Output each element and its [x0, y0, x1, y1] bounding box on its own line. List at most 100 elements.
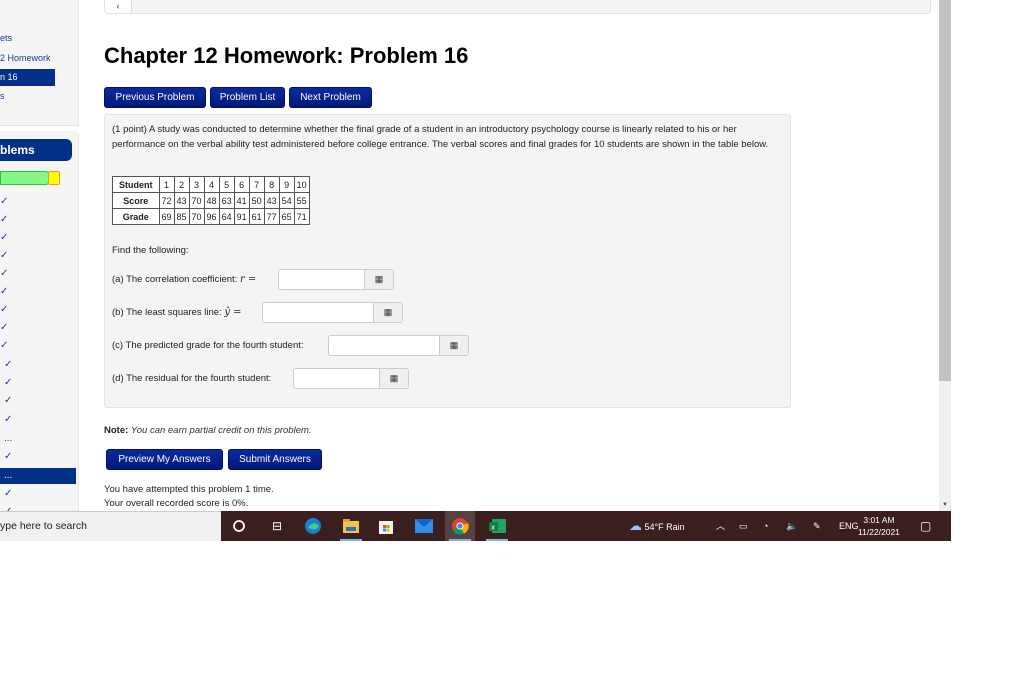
sidebar-problem-item[interactable]: ... [0, 468, 76, 484]
next-problem-button[interactable]: Next Problem [289, 87, 372, 108]
task-view-icon[interactable]: ⊟ [262, 511, 292, 541]
table-cell: 43 [263, 192, 280, 209]
question-d-label: (d) The residual for the fourth student: [112, 373, 271, 384]
sidebar-problem-item[interactable]: ✓ [0, 449, 76, 465]
row-header: Score [112, 192, 160, 209]
vertical-scrollbar[interactable]: ▼ [939, 0, 951, 511]
keyboard-icon[interactable]: ▦ [379, 369, 408, 388]
table-cell: 54 [278, 192, 295, 209]
sidebar-problem-item[interactable]: ✓ [0, 194, 72, 210]
submit-answers-button[interactable]: Submit Answers [228, 449, 322, 470]
sidebar-problem-item[interactable]: ✓ [0, 393, 76, 409]
running-indicator [449, 539, 471, 541]
row-header: Grade [112, 208, 160, 225]
answer-d-field[interactable]: ▦ [293, 368, 409, 389]
question-text: (d) The residual for the fourth student: [112, 373, 272, 384]
problem-box: (1 point) A study was conducted to deter… [104, 114, 791, 408]
question-text: (c) The predicted grade for the fourth s… [112, 340, 304, 351]
search-placeholder: ype here to search [0, 520, 87, 532]
language-indicator[interactable]: ENG [839, 511, 859, 541]
math-yhat: ŷ = [224, 307, 242, 318]
sidebar-problem-item[interactable]: ✓ [0, 375, 76, 391]
taskbar: ype here to search ⊟ x ☁ 54°F Rain ︿ ▭ ◔… [0, 511, 951, 541]
keyboard-icon[interactable]: ▦ [364, 270, 393, 289]
clock-time: 3:01 AM [863, 515, 895, 525]
sidebar-problem-item[interactable]: ✓ [0, 212, 72, 228]
keyboard-icon[interactable]: ▦ [373, 303, 402, 322]
microsoft-store-icon[interactable] [371, 511, 401, 541]
table-row-student: Student 1 2 3 4 5 6 7 8 9 10 [112, 176, 310, 193]
sidebar-link-homework[interactable]: 2 Homework [0, 53, 51, 63]
partial-credit-note: Note: You can earn partial credit on thi… [104, 425, 312, 436]
question-a-label: (a) The correlation coefficient: r = [112, 274, 256, 285]
sidebar-link-other[interactable]: s [0, 91, 5, 101]
battery-icon[interactable]: ▭ [739, 511, 748, 541]
problem-text: (1 point) A study was conducted to deter… [112, 124, 769, 150]
pen-workspace-icon[interactable]: ✎ [813, 511, 821, 541]
problems-panel: blems ✓✓✓✓✓✓✓✓✓✓✓✓✓...✓...✓✓ [0, 131, 79, 521]
show-hidden-icons-chevron-icon[interactable]: ︿ [716, 511, 725, 541]
sidebar-problem-item[interactable]: ✓ [0, 302, 72, 318]
note-text: You can earn partial credit on this prob… [130, 425, 312, 436]
excel-icon[interactable]: x [482, 511, 512, 541]
problem-list-button[interactable]: Problem List [210, 87, 285, 108]
scroll-down-arrow-icon[interactable]: ▼ [942, 502, 948, 508]
sidebar-problem-item[interactable]: ✓ [0, 266, 72, 282]
weather-rain-icon: ☁ [629, 518, 642, 533]
chrome-icon[interactable] [445, 511, 475, 541]
sidebar-problem-item[interactable]: ✓ [0, 486, 76, 502]
sidebar-problem-item[interactable]: ✓ [0, 230, 72, 246]
answer-b-input[interactable] [263, 303, 374, 322]
answer-a-input[interactable] [279, 270, 365, 289]
table-cell: 71 [293, 208, 310, 225]
edge-browser-icon[interactable] [298, 511, 328, 541]
sidebar-problem-item[interactable]: ... [0, 431, 76, 447]
sidebar-problem-item[interactable]: ✓ [0, 248, 72, 264]
answer-c-input[interactable] [329, 336, 440, 355]
answer-c-field[interactable]: ▦ [328, 335, 469, 356]
sidebar-problem-item[interactable]: ✓ [0, 412, 76, 428]
clock-date: 11/22/2021 [858, 527, 900, 537]
sidebar-problem-item[interactable]: ✓ [0, 357, 76, 373]
running-indicator [340, 539, 362, 541]
mail-icon[interactable] [409, 511, 439, 541]
preview-answers-button[interactable]: Preview My Answers [106, 449, 223, 470]
cortana-icon[interactable] [224, 511, 254, 541]
clock[interactable]: 3:01 AM 11/22/2021 [858, 514, 900, 538]
volume-icon[interactable]: 🔈 [786, 511, 797, 541]
question-b-label: (b) The least squares line: ŷ = [112, 307, 242, 318]
notifications-icon[interactable]: ▢ [920, 511, 931, 541]
keyboard-icon[interactable]: ▦ [439, 336, 468, 355]
answer-d-input[interactable] [294, 369, 380, 388]
answer-b-field[interactable]: ▦ [262, 302, 403, 323]
table-cell: 63 [218, 192, 235, 209]
progress-partial [48, 171, 60, 185]
sidebar-link-sets[interactable]: ets [0, 33, 12, 43]
scrollbar-thumb[interactable] [939, 0, 951, 381]
math-r: r = [239, 274, 257, 285]
table-cell: 1 [158, 176, 175, 193]
sidebar-link-problem-active[interactable]: n 16 [0, 69, 55, 86]
table-cell: 48 [203, 192, 220, 209]
taskbar-search-box[interactable]: ype here to search [0, 511, 221, 541]
table-cell: 96 [203, 208, 220, 225]
table-cell: 5 [218, 176, 235, 193]
page-title: Chapter 12 Homework: Problem 16 [104, 43, 469, 68]
table-cell: 64 [218, 208, 235, 225]
sidebar-problem-item[interactable]: ✓ [0, 284, 72, 300]
answer-a-field[interactable]: ▦ [278, 269, 394, 290]
row-header: Student [112, 176, 160, 193]
back-button[interactable]: ‹ [105, 0, 132, 13]
table-cell: 70 [188, 192, 205, 209]
weather-widget[interactable]: ☁ 54°F Rain [629, 511, 685, 541]
score-text: Your overall recorded score is 0%. [104, 498, 249, 509]
previous-problem-button[interactable]: Previous Problem [104, 87, 206, 108]
sidebar-problem-item[interactable]: ✓ [0, 338, 72, 354]
sidebar-problem-item[interactable]: ✓ [0, 320, 72, 336]
table-cell: 2 [173, 176, 190, 193]
question-text: (a) The correlation coefficient: [112, 274, 238, 285]
table-cell: 69 [158, 208, 175, 225]
table-cell: 7 [248, 176, 265, 193]
wifi-icon[interactable]: ◔ [763, 511, 768, 541]
file-explorer-icon[interactable] [336, 511, 366, 541]
